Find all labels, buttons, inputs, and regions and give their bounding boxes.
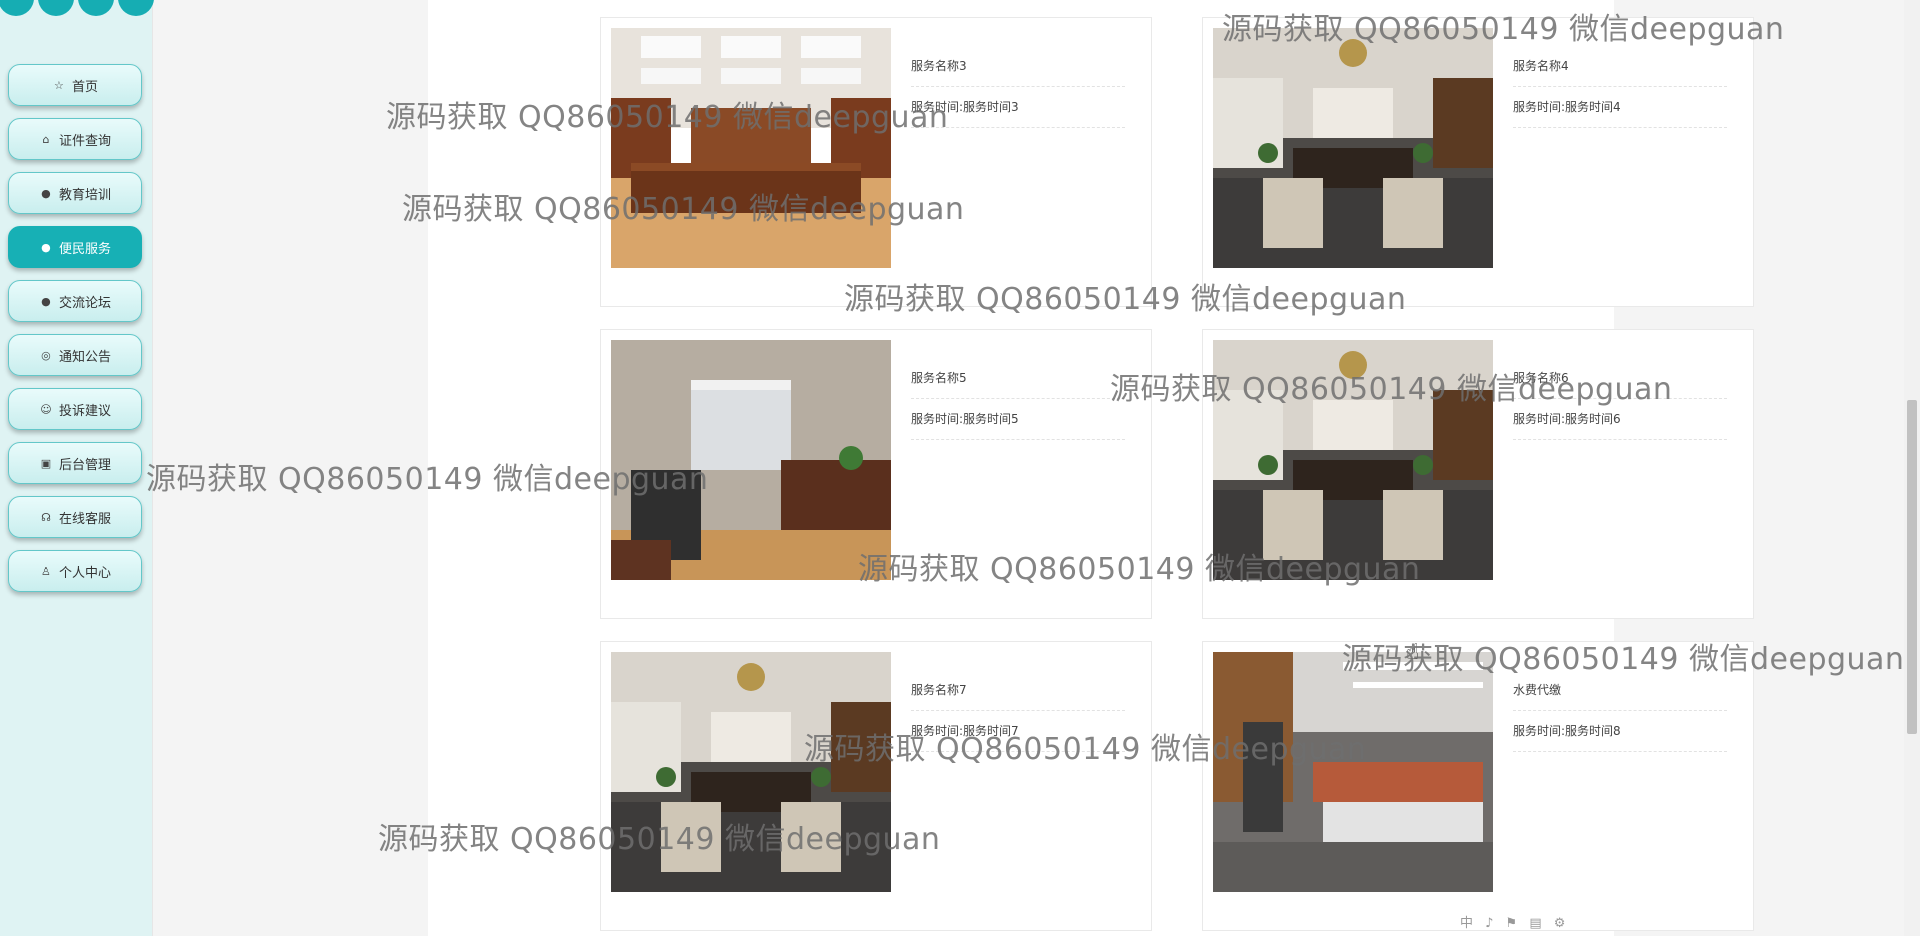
sidebar-item-label: 个人中心 [58, 565, 111, 581]
service-name: 服务名称3 [911, 46, 1125, 87]
alert-icon: ● [41, 186, 51, 200]
sidebar-item-label: 证件查询 [58, 133, 111, 149]
sidebar-item-label: 交流论坛 [58, 295, 111, 311]
service-image[interactable] [611, 340, 891, 580]
sidebar-item-services[interactable]: ● 便民服务 [8, 226, 142, 268]
sidebar-item-admin[interactable]: ▣ 后台管理 [8, 442, 142, 484]
service-image[interactable] [611, 28, 891, 268]
service-time: 服务时间:服务时间8 [1513, 711, 1727, 752]
service-info: 服务名称6 服务时间:服务时间6 [1513, 358, 1727, 440]
service-image[interactable] [1213, 340, 1493, 580]
service-info: 服务名称5 服务时间:服务时间5 [911, 358, 1125, 440]
sidebar-item-profile[interactable]: ♙ 个人中心 [8, 550, 142, 592]
service-list-panel: 服务名称3 服务时间:服务时间3 服务名称4 服务时间:服务时间4 服务名称5 … [428, 0, 1754, 936]
sidebar-item-certificate-query[interactable]: ⌂ 证件查询 [8, 118, 142, 160]
sidebar-item-home[interactable]: ☆ 首页 [8, 64, 142, 106]
sidebar-item-label: 通知公告 [58, 349, 111, 365]
service-info: 服务名称4 服务时间:服务时间4 [1513, 46, 1727, 128]
sidebar-item-education[interactable]: ● 教育培训 [8, 172, 142, 214]
service-name: 服务名称7 [911, 670, 1125, 711]
help-icon: ● [41, 240, 51, 254]
sidebar-item-complaints[interactable]: ☺ 投诉建议 [8, 388, 142, 430]
sidebar-item-online-service[interactable]: ☊ 在线客服 [8, 496, 142, 538]
scrollbar-thumb[interactable] [1907, 400, 1917, 734]
sidebar-item-label: 在线客服 [58, 511, 111, 527]
sidebar-item-label: 便民服务 [58, 241, 111, 257]
service-time: 服务时间:服务时间5 [911, 399, 1125, 440]
smile-icon: ☺ [40, 402, 52, 416]
sidebar-item-label: 投诉建议 [58, 403, 111, 419]
service-card[interactable]: 服务名称5 服务时间:服务时间5 [600, 329, 1152, 619]
briefcase-icon: ▣ [40, 456, 52, 470]
sidebar-item-notices[interactable]: ◎ 通知公告 [8, 334, 142, 376]
service-time: 服务时间:服务时间7 [911, 711, 1125, 752]
sidebar-item-label: 教育培训 [58, 187, 111, 203]
hand-cursor-icon: ☝ [1406, 640, 1420, 665]
user-icon: ♙ [41, 564, 51, 578]
service-card[interactable]: 服务名称7 服务时间:服务时间7 [600, 641, 1152, 931]
bag-icon: ⌂ [42, 132, 50, 146]
service-info: 服务名称7 服务时间:服务时间7 [911, 670, 1125, 752]
service-card[interactable]: 服务名称4 服务时间:服务时间4 [1202, 17, 1754, 307]
main-content: 服务名称3 服务时间:服务时间3 服务名称4 服务时间:服务时间4 服务名称5 … [152, 0, 1904, 936]
service-card[interactable]: 服务名称6 服务时间:服务时间6 [1202, 329, 1754, 619]
vertical-scrollbar[interactable] [1904, 0, 1920, 936]
service-image[interactable] [611, 652, 891, 892]
service-image[interactable] [1213, 28, 1493, 268]
headset-icon: ☊ [41, 510, 51, 524]
info-icon: ● [41, 294, 51, 308]
star-icon: ☆ [54, 78, 64, 92]
bell-icon: ◎ [41, 348, 51, 362]
decorative-circles [0, 0, 154, 18]
service-info: 服务名称3 服务时间:服务时间3 [911, 46, 1125, 128]
bottom-toolbar[interactable]: 中 ♪ ⚑ ▤ ⚙ [1460, 912, 1569, 931]
service-card[interactable]: 水费代缴 服务时间:服务时间8 [1202, 641, 1754, 931]
service-image[interactable] [1213, 652, 1493, 892]
sidebar-item-label: 首页 [71, 79, 98, 95]
service-info: 水费代缴 服务时间:服务时间8 [1513, 670, 1727, 752]
service-name: 服务名称6 [1513, 358, 1727, 399]
service-card[interactable]: 服务名称3 服务时间:服务时间3 [600, 17, 1152, 307]
service-time: 服务时间:服务时间4 [1513, 87, 1727, 128]
service-name: 服务名称5 [911, 358, 1125, 399]
sidebar-item-label: 后台管理 [58, 457, 111, 473]
sidebar: ☆ 首页 ⌂ 证件查询 ● 教育培训 ● 便民服务 ● 交流论坛 ◎ 通知公告 … [0, 0, 154, 936]
service-name: 服务名称4 [1513, 46, 1727, 87]
sidebar-item-forum[interactable]: ● 交流论坛 [8, 280, 142, 322]
service-time: 服务时间:服务时间3 [911, 87, 1125, 128]
service-time: 服务时间:服务时间6 [1513, 399, 1727, 440]
service-name: 水费代缴 [1513, 670, 1727, 711]
